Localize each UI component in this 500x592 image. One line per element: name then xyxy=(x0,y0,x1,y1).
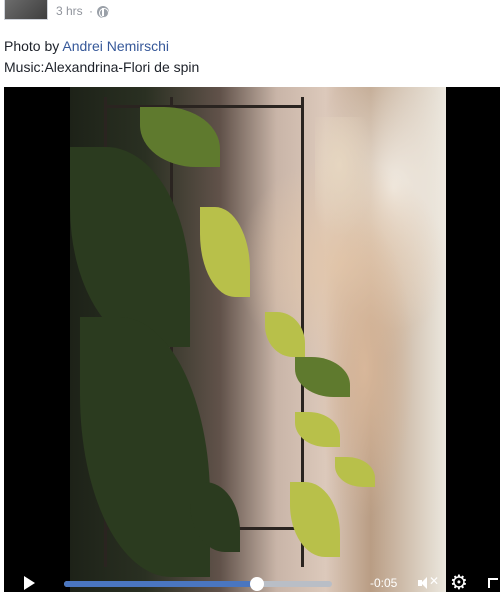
caption-photo-credit: Photo by Andrei Nemirschi xyxy=(4,36,199,57)
avatar[interactable] xyxy=(4,0,48,20)
play-icon[interactable] xyxy=(24,576,35,590)
video-controls: -0:05 ✕ ⚙ xyxy=(4,572,500,592)
post-caption: Photo by Andrei Nemirschi Music:Alexandr… xyxy=(4,36,199,78)
post-header: 3 hrs · xyxy=(0,0,500,30)
progress-bar[interactable] xyxy=(64,577,332,591)
post-timestamp[interactable]: 3 hrs xyxy=(56,4,83,18)
time-remaining: -0:05 xyxy=(370,576,398,590)
gear-icon[interactable]: ⚙ xyxy=(450,572,468,592)
progress-fill xyxy=(64,581,257,587)
progress-knob[interactable] xyxy=(249,577,264,591)
globe-icon[interactable] xyxy=(97,6,109,18)
author-link[interactable]: Andrei Nemirschi xyxy=(62,38,169,54)
screen-bar xyxy=(104,105,304,108)
mute-icon[interactable]: ✕ xyxy=(418,574,439,589)
separator-dot: · xyxy=(89,4,93,18)
caption-music-line: Music:Alexandrina-Flori de spin xyxy=(4,59,200,75)
fullscreen-icon[interactable] xyxy=(488,578,498,588)
caption-prefix: Photo by xyxy=(4,38,63,54)
video-player[interactable]: -0:05 ✕ ⚙ xyxy=(4,87,500,592)
video-frame[interactable] xyxy=(70,87,446,592)
